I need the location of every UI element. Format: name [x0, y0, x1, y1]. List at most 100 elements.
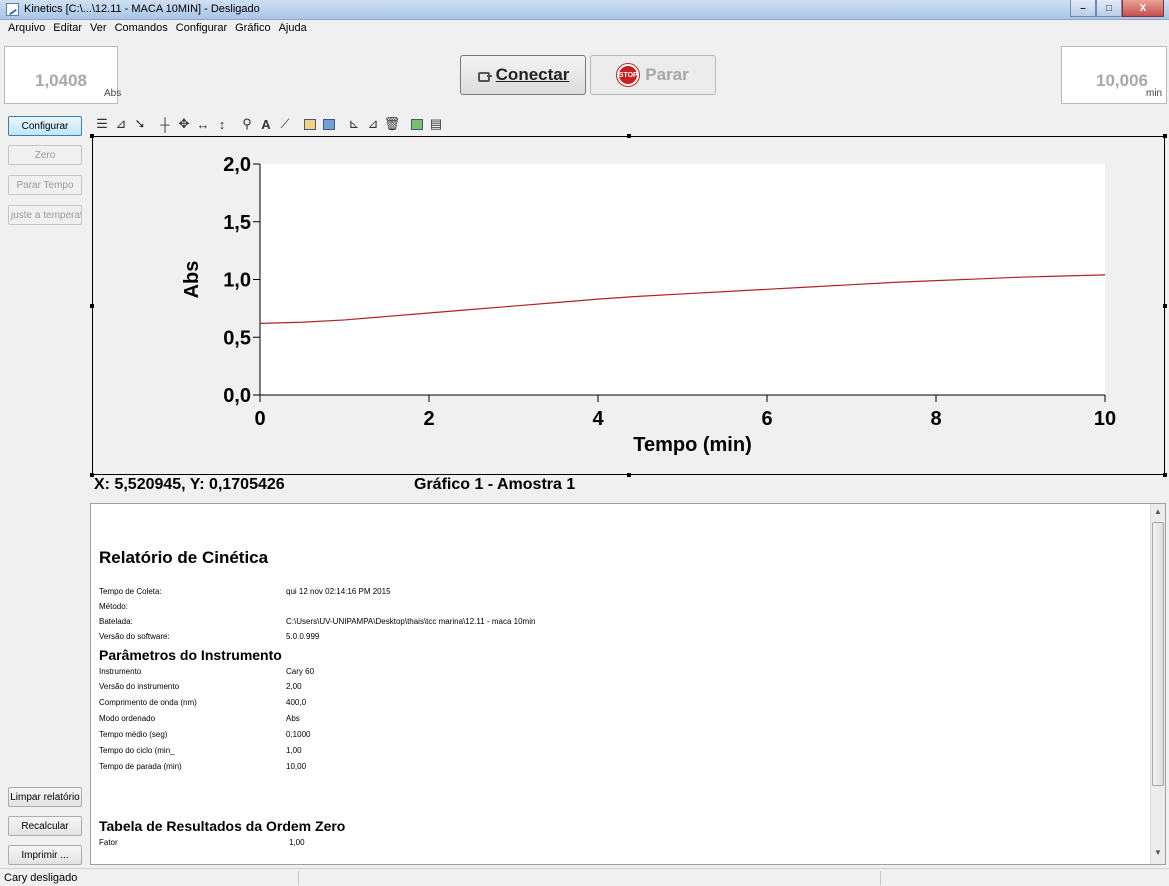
scroll-down-icon[interactable]: ▼: [1154, 848, 1162, 857]
temperature-adjust-button[interactable]: juste a temperatur: [8, 205, 82, 225]
time-unit: min: [1146, 88, 1163, 99]
axes-icon[interactable]: ⊿: [113, 116, 129, 132]
param-value: 1,00: [286, 746, 302, 755]
info-label: Método:: [99, 602, 128, 611]
info-label: Batelada:: [99, 617, 133, 626]
result-value: 1,00: [289, 838, 305, 847]
param-value: 2,00: [286, 682, 302, 691]
autoscale-icon[interactable]: ☰: [94, 116, 110, 132]
abs-value: 1,0408: [35, 71, 87, 90]
scroll-thumb[interactable]: [1152, 522, 1164, 786]
delete-icon[interactable]: 🗑: [384, 116, 401, 132]
scroll-up-icon[interactable]: ▲: [1154, 507, 1162, 516]
status-bar: Cary desligado: [0, 868, 1169, 886]
graph-name: Gráfico 1 - Amostra 1: [414, 476, 576, 493]
overlay-icon[interactable]: [302, 116, 318, 132]
status-divider: [298, 871, 299, 885]
time-value: 10,006: [1096, 71, 1148, 90]
param-value: Cary 60: [286, 667, 315, 676]
cursor-readout: X: 5,520945, Y: 0,1705426: [94, 476, 285, 493]
info-value: C:\Users\UV-UNIPAMPA\Desktop\thais\tcc m…: [286, 617, 536, 626]
x-tick-label: 6: [761, 408, 772, 430]
info-label: Versão do software:: [99, 632, 170, 641]
zoom-icon[interactable]: ⚲: [239, 116, 255, 132]
info-label: Tempo de Coleta:: [99, 587, 162, 596]
report-panel[interactable]: Relatório de Cinética Tempo de Coleta: q…: [90, 503, 1166, 865]
param-value: Abs: [286, 714, 300, 723]
param-label: Instrumento: [99, 667, 142, 676]
graph-panel[interactable]: 0,0 0,5 1,0 1,5 2,0 0 2 4 6 8 10 Tempo (min) Abs: [90, 134, 1167, 477]
x-axis-label: Tempo (min): [633, 434, 752, 456]
connect-button[interactable]: Conectar: [460, 55, 586, 95]
maximize-button[interactable]: □: [1096, 0, 1122, 17]
menu-comandos[interactable]: Comandos: [111, 20, 172, 38]
param-label: Modo ordenado: [99, 714, 156, 723]
stop-label: Parar: [645, 65, 689, 84]
menu-ver[interactable]: Ver: [86, 20, 111, 38]
report-scrollbar[interactable]: ▲ ▼: [1150, 504, 1165, 864]
param-value: 10,00: [286, 762, 307, 771]
readout-band: 1,0408 Abs Conectar STOP Parar 10,006 mi…: [0, 38, 1169, 110]
y-tick-label: 2,0: [223, 154, 251, 176]
y-tick-label: 1,0: [223, 270, 251, 292]
params-title: Parâmetros do Instrumento: [99, 647, 282, 663]
zero-button[interactable]: Zero: [8, 145, 82, 165]
stop-icon: STOP: [617, 64, 640, 86]
param-value: 0,1000: [286, 730, 311, 739]
y-axis-label: Abs: [181, 261, 203, 299]
x-tick-label: 10: [1094, 408, 1116, 430]
text-icon[interactable]: A: [258, 116, 274, 132]
app-icon: [6, 3, 19, 16]
vertical-cursor-icon[interactable]: ↕: [214, 116, 230, 132]
param-value: 400,0: [286, 698, 307, 707]
y-tick-label: 0,0: [223, 385, 251, 407]
label-icon[interactable]: ⟋: [277, 116, 293, 132]
connect-label: Conectar: [495, 65, 570, 84]
menu-grafico[interactable]: Gráfico: [231, 20, 274, 38]
param-label: Tempo de parada (min): [99, 762, 182, 771]
window-title: Kinetics [C:\...\12.11 - MACA 10MIN] - D…: [24, 3, 260, 15]
overlay2-icon[interactable]: [321, 116, 337, 132]
stop-time-button[interactable]: Parar Tempo: [8, 175, 82, 195]
menu-configurar[interactable]: Configurar: [172, 20, 231, 38]
pointer-icon[interactable]: ➘: [132, 116, 148, 132]
configure-button[interactable]: Configurar: [8, 116, 82, 136]
stop-button: STOP Parar: [590, 55, 716, 95]
print-button[interactable]: Imprimir ...: [8, 845, 82, 865]
info-value: 5.0.0.999: [286, 632, 320, 641]
menu-ajuda[interactable]: Ajuda: [275, 20, 311, 38]
y-tick-label: 1,5: [223, 212, 251, 234]
info-value: qui 12 nov 02:14:16 PM 2015: [286, 587, 391, 596]
x-tick-label: 2: [423, 408, 434, 430]
status-divider: [880, 871, 881, 885]
result-label: Fator: [99, 838, 118, 847]
graph-toolbar: ☰ ⊿ ➘ ┼ ✥ ↔ ↕ ⚲ A ⟋ ⊾ ⊿ 🗑 ▤: [94, 114, 447, 134]
absorbance-chart[interactable]: 0,0 0,5 1,0 1,5 2,0 0 2 4 6 8 10 Tempo (min) Abs: [93, 137, 1166, 476]
param-label: Tempo médio (seg): [99, 730, 168, 739]
abs-readout: 1,0408 Abs: [4, 46, 122, 104]
clear-report-button[interactable]: Limpar relatório: [8, 787, 82, 807]
print-graph-icon[interactable]: ▤: [428, 116, 444, 132]
y-tick-label: 0,5: [223, 327, 251, 349]
abs-unit: Abs: [104, 88, 122, 99]
copy-icon[interactable]: [409, 116, 425, 132]
param-label: Versão do instrumento: [99, 682, 180, 691]
menu-editar[interactable]: Editar: [49, 20, 86, 38]
axis-edit2-icon[interactable]: ⊿: [365, 116, 381, 132]
crosshair-icon[interactable]: ┼: [157, 116, 173, 132]
report-title: Relatório de Cinética: [99, 548, 269, 567]
x-tick-label: 0: [254, 408, 265, 430]
minimize-button[interactable]: –: [1070, 0, 1096, 17]
param-label: Comprimento de onda (nm): [99, 698, 197, 707]
window-controls: – □ X: [1070, 0, 1164, 18]
menu-arquivo[interactable]: Arquivo: [4, 20, 49, 38]
horizontal-arrows-icon[interactable]: ↔: [195, 116, 211, 132]
close-button[interactable]: X: [1122, 0, 1164, 17]
time-readout: 10,006 min: [1061, 46, 1167, 104]
recalculate-button[interactable]: Recalcular: [8, 816, 82, 836]
move-icon[interactable]: ✥: [176, 116, 192, 132]
axis-edit-icon[interactable]: ⊾: [346, 116, 362, 132]
menu-bar: Arquivo Editar Ver Comandos Configurar G…: [0, 20, 1169, 38]
x-tick-label: 4: [592, 408, 604, 430]
param-label: Tempo do ciclo (min_: [99, 746, 175, 755]
